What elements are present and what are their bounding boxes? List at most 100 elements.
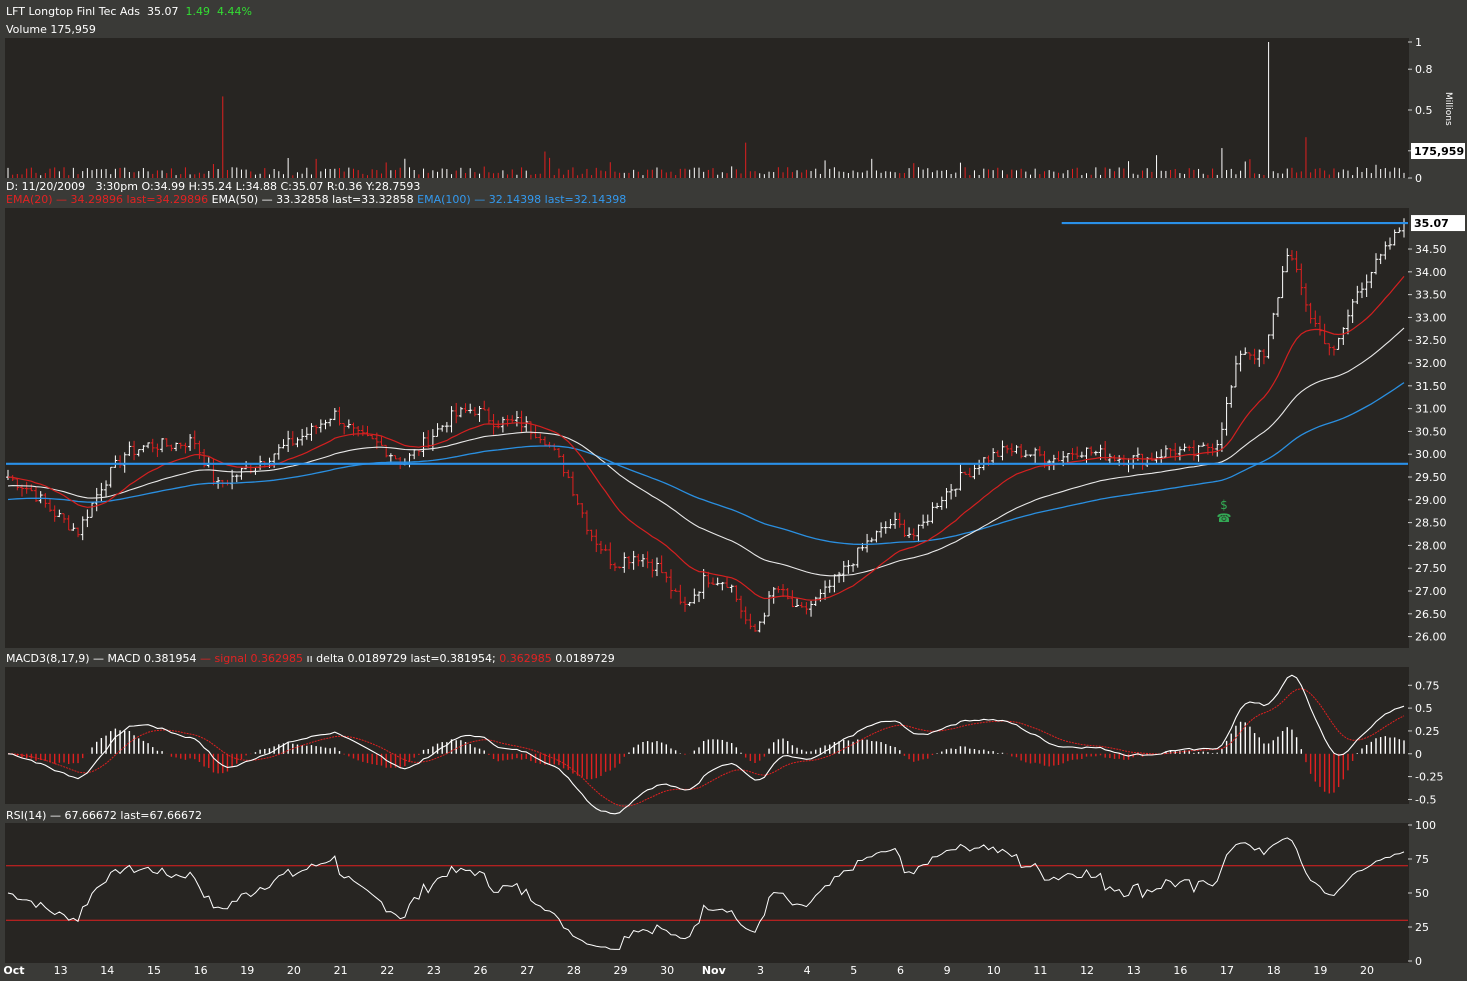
- x-axis-label: 26: [474, 964, 488, 977]
- macd-axis-label: -0.25: [1415, 771, 1443, 784]
- volume-panel: [5, 38, 1409, 178]
- x-axis-label: 16: [194, 964, 208, 977]
- macd-axis-label: 0: [1415, 748, 1422, 761]
- ema100-legend: EMA(100) — 32.14398 last=32.14398: [417, 193, 627, 206]
- price-axis-label: 29.00: [1415, 494, 1447, 507]
- bar-info-line: D: 11/20/2009 3:30pm O:34.99 H:35.24 L:3…: [6, 180, 420, 193]
- macd-axis-label: 0.25: [1415, 725, 1440, 738]
- x-axis-label: 15: [147, 964, 161, 977]
- price-axis-label: 28.00: [1415, 539, 1447, 552]
- x-axis-label: 29: [614, 964, 628, 977]
- x-axis-label: 9: [944, 964, 951, 977]
- price-axis-label: 26.50: [1415, 608, 1447, 621]
- macd-axis-label: 0.75: [1415, 679, 1440, 692]
- ema20-legend: EMA(20) — 34.29896 last=34.29896: [6, 193, 209, 206]
- rsi-panel: [5, 823, 1409, 963]
- x-axis-label: 13: [54, 964, 68, 977]
- price-change-pct: 4.44%: [216, 5, 252, 18]
- volume-axis-label: 1: [1415, 36, 1422, 49]
- rsi-axis-label: 100: [1415, 819, 1436, 832]
- bar-high: H:35.24: [188, 180, 233, 193]
- price-axis-label: 26.00: [1415, 631, 1447, 644]
- x-axis-label: 20: [1360, 964, 1374, 977]
- x-axis-label: 21: [334, 964, 348, 977]
- volume-label: Volume: [6, 23, 47, 36]
- macd-panel: [5, 667, 1409, 804]
- rsi-label: RSI(14) — 67.66672 last=67.66672: [6, 809, 202, 822]
- volume-value: 175,959: [50, 23, 96, 36]
- volume-axis-label: 0.5: [1415, 104, 1433, 117]
- x-axis-label: 14: [100, 964, 114, 977]
- price-axis-label: 30.50: [1415, 425, 1447, 438]
- last-price-label: 35.07: [1414, 217, 1449, 230]
- x-axis-label: 3: [757, 964, 764, 977]
- price-axis-label: 27.50: [1415, 562, 1447, 575]
- rsi-axis-label: 0: [1415, 955, 1422, 968]
- price-axis-label: 34.00: [1415, 266, 1447, 279]
- x-axis-label: 20: [287, 964, 301, 977]
- ema-legend: EMA(20) — 34.29896 last=34.29896 EMA(50)…: [6, 193, 626, 206]
- price-axis-label: 27.00: [1415, 585, 1447, 598]
- last-volume-label: 175,959: [1414, 145, 1464, 158]
- phone-icon[interactable]: ☎: [1217, 511, 1232, 525]
- price-axis-label: 33.00: [1415, 311, 1447, 324]
- macd-last-signal: 0.362985: [499, 652, 552, 665]
- rsi-axis-label: 50: [1415, 887, 1429, 900]
- rsi-legend: RSI(14) — 67.66672 last=67.66672: [6, 809, 202, 822]
- volume-axis-label: 0: [1415, 172, 1422, 185]
- bar-open: O:34.99: [141, 180, 186, 193]
- rsi-axis-label: 75: [1415, 853, 1429, 866]
- x-axis-label: 18: [1267, 964, 1281, 977]
- x-axis-label: 30: [660, 964, 674, 977]
- macd-axis-label: -0.5: [1415, 793, 1436, 806]
- x-axis-label: 5: [850, 964, 857, 977]
- price-axis-label: 32.50: [1415, 334, 1447, 347]
- volume-line: Volume 175,959: [6, 23, 96, 36]
- ticker-symbol: LFT: [6, 5, 25, 18]
- price-axis-label: 32.00: [1415, 357, 1447, 370]
- price-change: 1.49: [185, 5, 210, 18]
- x-axis-label: 28: [567, 964, 581, 977]
- price-axis-label: 28.50: [1415, 517, 1447, 530]
- bar-date: D: 11/20/2009: [6, 180, 86, 193]
- last-price: 35.07: [146, 5, 179, 18]
- ema50-legend: EMA(50) — 33.32858 last=33.32858: [211, 193, 414, 206]
- x-axis-label: 11: [1033, 964, 1047, 977]
- bar-low: L:34.88: [235, 180, 277, 193]
- x-axis-label: 27: [520, 964, 534, 977]
- macd-name: MACD3(8,17,9): [6, 652, 90, 665]
- dollar-icon[interactable]: $: [1220, 498, 1228, 512]
- x-axis-label: 19: [240, 964, 254, 977]
- bar-range: R:0.36: [326, 180, 363, 193]
- volume-axis-label: 0.8: [1415, 63, 1433, 76]
- macd-last-delta: 0.0189729: [555, 652, 615, 665]
- bar-close: C:35.07: [280, 180, 324, 193]
- chart-canvas: 26.00 26.50 27.00 27.50 28.00 28.50 29.00 29.50…: [0, 0, 1467, 981]
- title-line: LFT Longtop Finl Tec Ads 35.07 1.49 4.44…: [6, 5, 252, 18]
- x-axis-label: 12: [1080, 964, 1094, 977]
- x-axis-label: 6: [897, 964, 904, 977]
- price-axis-label: 33.50: [1415, 289, 1447, 302]
- macd-line-legend: — MACD 0.381954: [93, 652, 197, 665]
- price-axis-label: 29.50: [1415, 471, 1447, 484]
- x-axis-label: Oct: [3, 964, 24, 977]
- macd-legend: MACD3(8,17,9) — MACD 0.381954 — signal 0…: [6, 652, 615, 665]
- price-axis-label: 31.00: [1415, 403, 1447, 416]
- macd-delta-legend: ıı delta 0.0189729 last=0.381954;: [306, 652, 496, 665]
- macd-axis-label: 0.5: [1415, 702, 1433, 715]
- x-axis-label: 10: [987, 964, 1001, 977]
- price-axis-label: 34.50: [1415, 243, 1447, 256]
- rsi-axis-label: 25: [1415, 921, 1429, 934]
- company-name: Longtop Finl Tec Ads: [28, 5, 140, 18]
- price-axis-label: 31.50: [1415, 380, 1447, 393]
- x-axis-label: 19: [1313, 964, 1327, 977]
- x-axis-label: Nov: [702, 964, 727, 977]
- bar-time: 3:30pm: [95, 180, 138, 193]
- bar-y: Y:28.7593: [365, 180, 421, 193]
- x-axis-label: 22: [380, 964, 394, 977]
- x-axis-label: 16: [1173, 964, 1187, 977]
- x-axis-label: 13: [1127, 964, 1141, 977]
- x-axis-label: 23: [427, 964, 441, 977]
- volume-axis-unit: Millions: [1443, 92, 1453, 126]
- macd-signal-legend: — signal 0.362985: [200, 652, 304, 665]
